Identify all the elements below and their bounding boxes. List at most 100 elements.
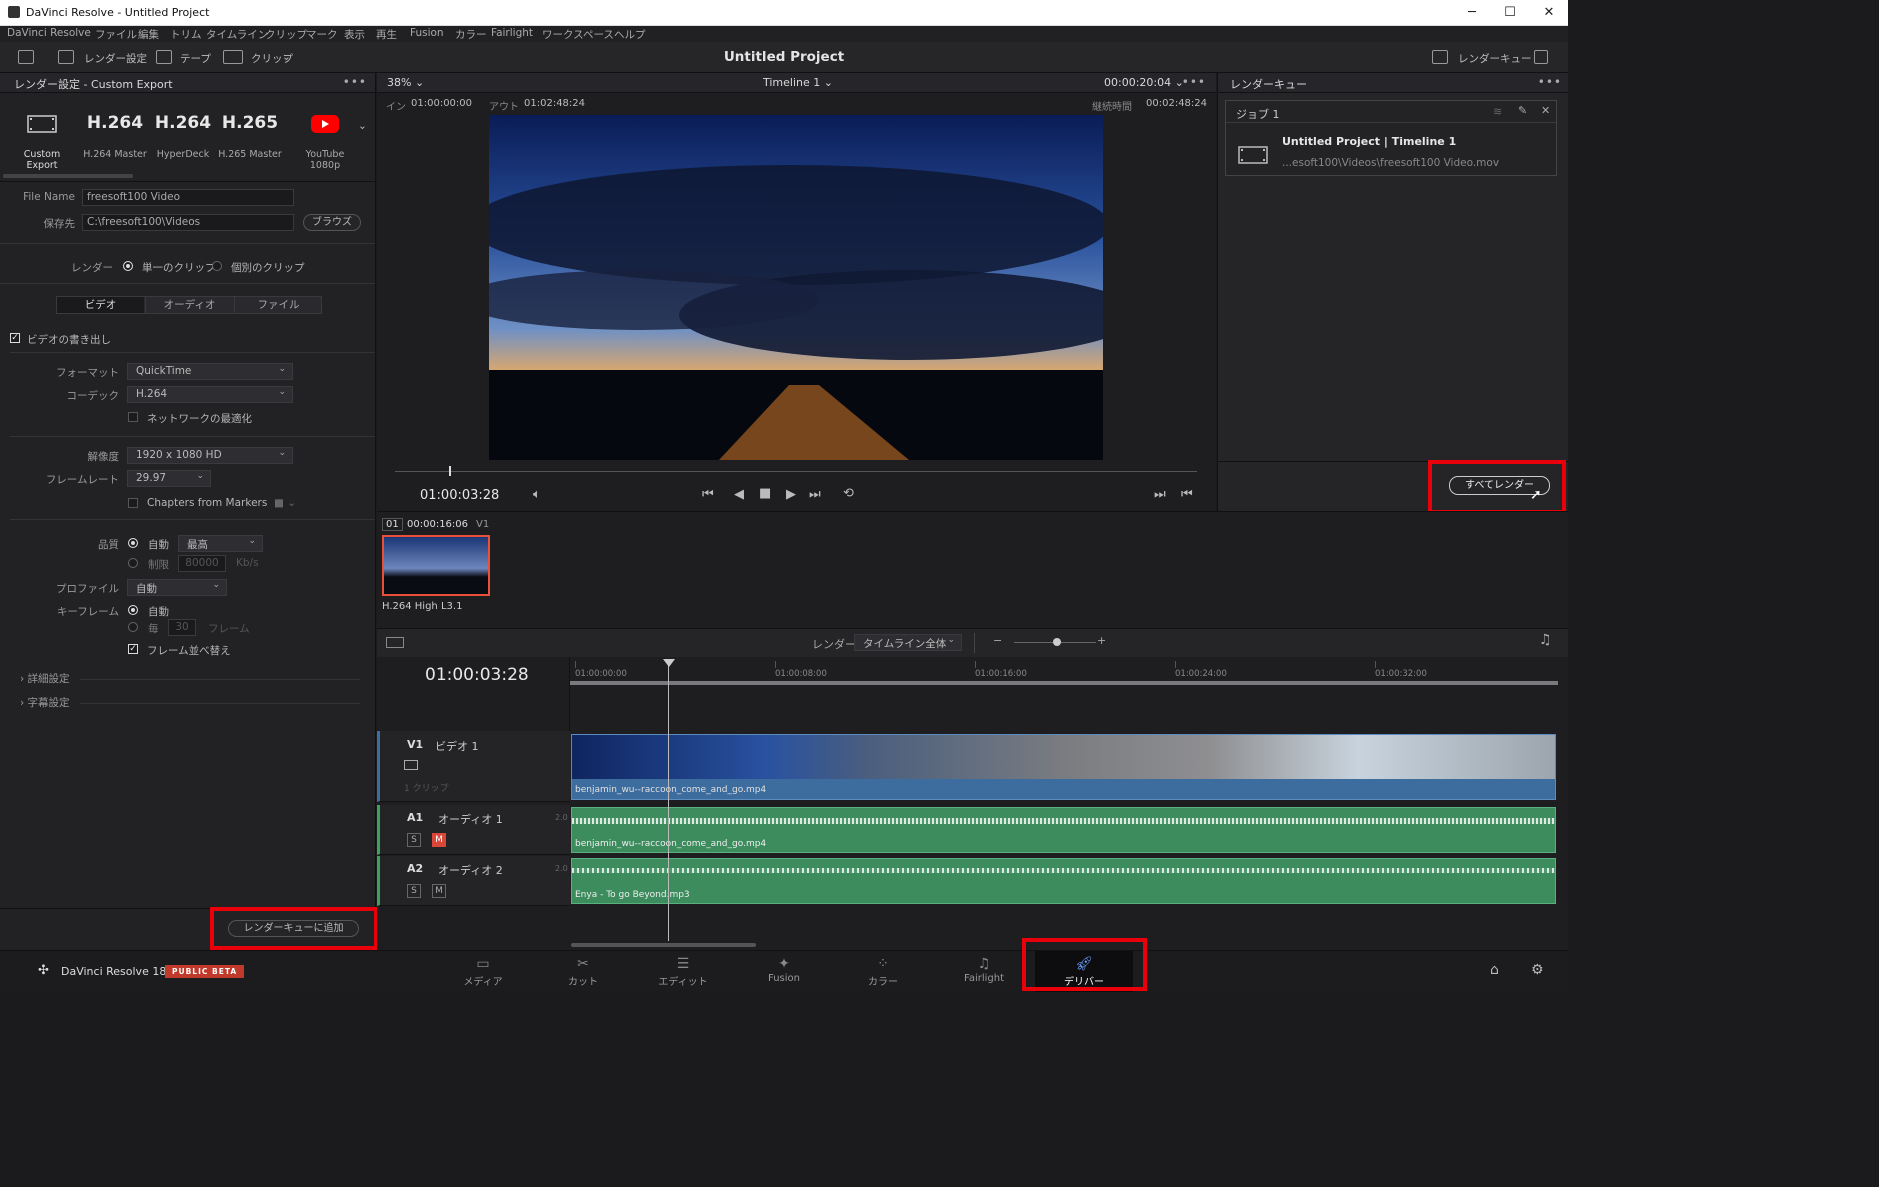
resolution-select[interactable]: 1920 x 1080 HD ⌄ bbox=[127, 447, 293, 464]
preset-scrollbar[interactable] bbox=[3, 174, 133, 178]
viewer-scrubber[interactable] bbox=[395, 471, 1197, 472]
home-icon[interactable]: ⌂ bbox=[1490, 962, 1499, 978]
prev-clip-icon[interactable]: ⏮︎ bbox=[1181, 487, 1193, 502]
skip-back-icon[interactable]: ⏮︎ bbox=[702, 487, 714, 502]
zoom-select[interactable]: 38% ⌄ bbox=[387, 76, 424, 89]
file-name-input[interactable]: freesoft100 Video bbox=[82, 189, 294, 206]
menu-help[interactable]: ヘルプ bbox=[614, 27, 646, 42]
page-fairlight[interactable]: ♫ Fairlight bbox=[949, 956, 1019, 984]
frame-reorder-checkbox[interactable]: ✓ bbox=[128, 644, 138, 654]
menu-timeline[interactable]: タイムライン bbox=[206, 27, 268, 42]
keyframe-auto-radio[interactable] bbox=[128, 605, 138, 615]
menu-fairlight[interactable]: Fairlight bbox=[491, 27, 533, 39]
close-icon[interactable]: ✕ bbox=[1541, 104, 1550, 117]
solo-button[interactable]: S bbox=[407, 833, 421, 847]
chevron-down-icon[interactable]: ⌄ bbox=[358, 120, 367, 132]
tab-audio[interactable]: オーディオ bbox=[145, 297, 233, 313]
browse-button[interactable]: ブラウズ bbox=[303, 214, 361, 231]
audio-clip-2[interactable]: Enya - To go Beyond.mp3 bbox=[571, 858, 1556, 904]
timeline-ruler[interactable]: 01:00:00:00 01:00:08:00 01:00:16:00 01:0… bbox=[570, 657, 1568, 689]
codec-select[interactable]: H.264 ⌄ bbox=[127, 386, 293, 403]
menu-color[interactable]: カラー bbox=[455, 27, 487, 42]
menu-view[interactable]: 表示 bbox=[344, 27, 365, 42]
preset-hyperdeck[interactable]: H.264 HyperDeck bbox=[148, 113, 218, 160]
track-header-v1[interactable]: V1 ビデオ 1 1 クリップ bbox=[377, 731, 570, 802]
timeline-view-icon[interactable] bbox=[386, 637, 404, 648]
menu-workspace[interactable]: ワークスペース bbox=[542, 27, 614, 42]
gear-icon[interactable]: ⚙︎ bbox=[1531, 962, 1544, 978]
network-opt-checkbox[interactable] bbox=[128, 412, 138, 422]
close-button[interactable]: ✕ bbox=[1530, 0, 1568, 26]
menu-davinci[interactable]: DaVinci Resolve bbox=[7, 27, 91, 39]
keyframe-input[interactable]: 30 bbox=[168, 619, 196, 636]
render-queue-toggle[interactable]: レンダーキュー bbox=[1458, 51, 1532, 66]
clip-thumbnail[interactable] bbox=[382, 535, 490, 596]
single-clip-radio[interactable] bbox=[123, 261, 133, 271]
stop-icon[interactable]: ■ bbox=[759, 486, 771, 501]
tab-video[interactable]: ビデオ bbox=[57, 297, 144, 313]
audio-clip-1[interactable]: benjamin_wu--raccoon_come_and_go.mp4 bbox=[571, 807, 1556, 853]
profile-select[interactable]: 自動 ⌄ bbox=[127, 579, 227, 596]
render-range-bar[interactable] bbox=[570, 681, 1558, 685]
menu-trim[interactable]: トリム bbox=[170, 27, 202, 42]
music-note-icon[interactable]: ♫ bbox=[1539, 632, 1552, 648]
advanced-expander[interactable]: › 詳細設定 bbox=[20, 671, 70, 686]
skip-forward-icon[interactable]: ⏭︎ bbox=[809, 487, 821, 502]
page-color[interactable]: ⁘ カラー bbox=[848, 956, 918, 988]
page-fusion[interactable]: ✦ Fusion bbox=[749, 956, 819, 984]
expand-icon[interactable] bbox=[1534, 50, 1548, 64]
maximize-button[interactable]: ☐ bbox=[1491, 0, 1529, 26]
menu-file[interactable]: ファイル bbox=[95, 27, 137, 42]
marker-color-icon[interactable]: ■ ⌄ bbox=[274, 497, 296, 509]
timeline-scrollbar[interactable] bbox=[571, 943, 756, 947]
more-options-icon[interactable]: ••• bbox=[343, 75, 367, 89]
page-edit[interactable]: ☰ エディット bbox=[648, 956, 718, 988]
subtitles-expander[interactable]: › 字幕設定 bbox=[20, 695, 70, 710]
loop-icon[interactable]: ⟲ bbox=[843, 486, 854, 501]
page-media[interactable]: ▭ メディア bbox=[448, 956, 518, 988]
quality-limit-radio[interactable] bbox=[128, 558, 138, 568]
quality-auto-radio[interactable] bbox=[128, 538, 138, 548]
edit-icon[interactable]: ✎ bbox=[1518, 104, 1527, 117]
render-range-select[interactable]: タイムライン全体 ⌄ bbox=[854, 634, 962, 651]
mute-button[interactable]: M bbox=[432, 833, 446, 847]
location-input[interactable]: C:\freesoft100\Videos bbox=[82, 214, 294, 231]
bitrate-input[interactable]: 80000 bbox=[178, 555, 226, 572]
play-icon[interactable]: ▶ bbox=[786, 487, 796, 502]
timeline-playhead[interactable] bbox=[668, 661, 669, 941]
more-options-icon[interactable]: ••• bbox=[1182, 75, 1206, 89]
menu-clip[interactable]: クリップ bbox=[265, 27, 307, 42]
preset-h265-master[interactable]: H.265 H.265 Master bbox=[215, 113, 285, 160]
zoom-slider-handle[interactable] bbox=[1053, 638, 1061, 646]
timeline-select[interactable]: Timeline 1 ⌄ bbox=[763, 76, 833, 89]
individual-clips-radio[interactable] bbox=[212, 261, 222, 271]
mute-button[interactable]: M bbox=[432, 884, 446, 898]
volume-icon[interactable]: 🔈︎ bbox=[533, 487, 541, 502]
scrubber-playhead[interactable] bbox=[449, 466, 451, 476]
preset-custom-export[interactable]: Custom Export bbox=[7, 113, 77, 171]
track-header-a1[interactable]: A1 オーディオ 1 2.0 S M bbox=[377, 805, 570, 855]
solo-button[interactable]: S bbox=[407, 884, 421, 898]
step-back-icon[interactable]: ◀ bbox=[734, 487, 744, 502]
zoom-out-icon[interactable]: − bbox=[993, 634, 1002, 647]
menu-edit[interactable]: 編集 bbox=[138, 27, 159, 42]
chapters-checkbox[interactable] bbox=[128, 498, 138, 508]
preset-youtube[interactable]: YouTube 1080p bbox=[290, 113, 360, 171]
format-select[interactable]: QuickTime ⌄ bbox=[127, 363, 293, 380]
minimize-button[interactable]: ─ bbox=[1453, 0, 1491, 26]
export-video-checkbox[interactable]: ✓ bbox=[10, 333, 20, 343]
track-header-a2[interactable]: A2 オーディオ 2 2.0 S M bbox=[377, 856, 570, 906]
menu-fusion[interactable]: Fusion bbox=[410, 27, 444, 39]
preset-h264-master[interactable]: H.264 H.264 Master bbox=[80, 113, 150, 160]
more-options-icon[interactable]: ••• bbox=[1538, 75, 1562, 89]
render-queue-icon[interactable] bbox=[1432, 50, 1448, 64]
zoom-in-icon[interactable]: + bbox=[1097, 634, 1106, 647]
menu-playback[interactable]: 再生 bbox=[376, 27, 397, 42]
framerate-select[interactable]: 29.97 ⌄ bbox=[127, 470, 211, 487]
viewer-timecode[interactable]: 00:00:20:04 ⌄ bbox=[1104, 76, 1184, 89]
keyframe-every-radio[interactable] bbox=[128, 622, 138, 632]
next-clip-icon[interactable]: ⏭︎ bbox=[1154, 487, 1166, 502]
page-cut[interactable]: ✂︎ カット bbox=[548, 956, 618, 988]
tab-file[interactable]: ファイル bbox=[234, 297, 322, 313]
render-job[interactable]: ジョブ 1 ≋ ✎ ✕ Untitled Project | Timeline … bbox=[1225, 100, 1557, 176]
